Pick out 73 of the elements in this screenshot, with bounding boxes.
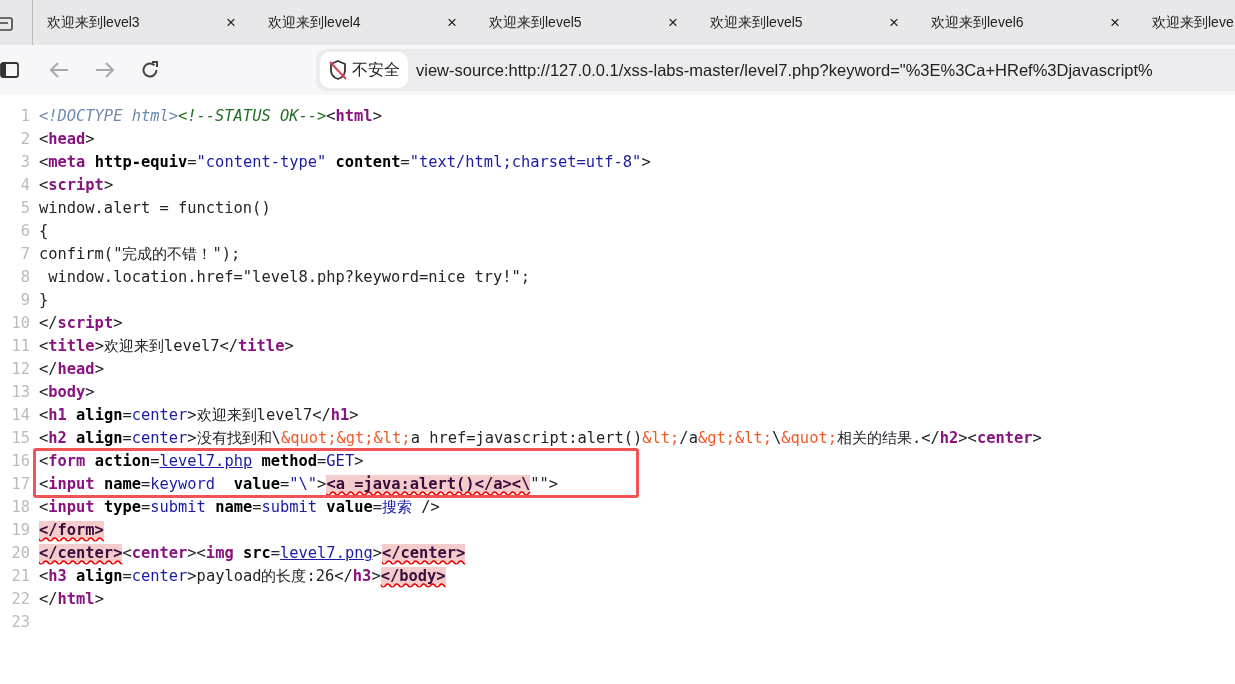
error-highlight: </center> bbox=[39, 544, 123, 562]
line-number: 19 bbox=[10, 520, 31, 541]
line-number: 7 bbox=[19, 244, 31, 265]
code-text: > bbox=[372, 544, 382, 562]
source-line: <!DOCTYPE html><!--STATUS OK--><html> bbox=[39, 106, 382, 127]
source-line: } bbox=[39, 290, 49, 311]
line-number: 12 bbox=[10, 359, 31, 380]
browser-tab[interactable]: 欢迎来到level3 × bbox=[33, 0, 254, 45]
line-number: 14 bbox=[10, 405, 31, 426]
address-text[interactable]: view-source:http://127.0.0.1/xss-labs-master/level7.php?keyword="%3E%3Ca+HRef%3Djavascript% bbox=[416, 57, 1153, 83]
source-line: window.alert = function() bbox=[39, 198, 271, 219]
error-highlight: </form> bbox=[39, 521, 104, 539]
shield-slash-icon bbox=[328, 59, 348, 81]
source-link[interactable]: level7.php bbox=[159, 452, 253, 470]
line-number: 21 bbox=[10, 566, 31, 587]
close-tab-button[interactable]: × bbox=[222, 14, 240, 31]
right-arrow-icon bbox=[94, 61, 116, 79]
tab-group-icon[interactable] bbox=[0, 14, 14, 31]
code-text: <input name=keyword value="\"> bbox=[39, 475, 327, 493]
security-chip[interactable]: 不安全 bbox=[320, 52, 408, 88]
source-line: <meta http-equiv="content-type" content="text/html;charset=utf-8"> bbox=[39, 152, 651, 173]
line-number: 8 bbox=[19, 267, 31, 288]
error-highlight: </center> bbox=[382, 544, 466, 562]
close-tab-button[interactable]: × bbox=[1106, 14, 1124, 31]
source-line: </html> bbox=[39, 589, 104, 610]
line-number: 13 bbox=[10, 382, 31, 403]
line-number: 1 bbox=[19, 106, 31, 127]
code-text: ""> bbox=[530, 475, 559, 493]
line-number: 4 bbox=[19, 175, 31, 196]
code-text: <center><img src= bbox=[122, 544, 281, 562]
close-tab-button[interactable]: × bbox=[443, 14, 461, 31]
source-line: </script> bbox=[39, 313, 123, 334]
source-line: <body> bbox=[39, 382, 95, 403]
source-line: window.location.href="level8.php?keyword=nice try!"; bbox=[47, 267, 531, 288]
line-number: 11 bbox=[10, 336, 31, 357]
error-highlight: </body> bbox=[380, 567, 446, 585]
line-number: 20 bbox=[10, 543, 31, 564]
close-tab-button[interactable]: × bbox=[664, 14, 682, 31]
line-number: 6 bbox=[19, 221, 31, 242]
sidebar-icon[interactable] bbox=[0, 62, 20, 78]
line-number: 23 bbox=[10, 612, 31, 633]
line-number: 17 bbox=[10, 474, 31, 495]
code-text: method=GET> bbox=[260, 452, 364, 470]
line-number: 10 bbox=[10, 313, 31, 334]
source-line: <head> bbox=[39, 129, 95, 150]
source-line: confirm("完成的不错！"); bbox=[39, 244, 241, 265]
source-line: <script> bbox=[39, 175, 114, 196]
reload-icon bbox=[140, 60, 160, 80]
source-line: { bbox=[39, 221, 49, 242]
browser-tab[interactable]: 欢迎来到level6 × bbox=[917, 0, 1138, 45]
source-line: <h2 align=center>没有找到和\&quot;&gt;&lt;a href=javascript:alert()&lt;/a&gt;&lt;\&quot;相关的结果.</h2><center> bbox=[39, 428, 1042, 449]
code-text: <form action= bbox=[39, 452, 160, 470]
line-number: 2 bbox=[19, 129, 31, 150]
close-tab-button[interactable]: × bbox=[885, 14, 903, 31]
left-arrow-icon bbox=[48, 61, 70, 79]
browser-tab[interactable]: 欢迎来到level5 × bbox=[696, 0, 917, 45]
source-line: <input type=submit name=submit value=搜索 /> bbox=[39, 497, 440, 518]
source-line: </head> bbox=[39, 359, 104, 380]
line-number: 5 bbox=[19, 198, 31, 219]
error-highlight: <a =java:alert()</a><\ bbox=[326, 475, 531, 493]
line-number: 9 bbox=[19, 290, 31, 311]
line-number: 16 bbox=[10, 451, 31, 472]
browser-tab[interactable]: 欢迎来到level4 × bbox=[254, 0, 475, 45]
browser-tab[interactable]: 欢迎来到leve bbox=[1138, 0, 1235, 45]
source-link[interactable]: level7.png bbox=[280, 544, 373, 562]
source-line: <title>欢迎来到level7</title> bbox=[39, 336, 294, 357]
code-text: <h3 align=center>payload的长度:26</h3> bbox=[39, 567, 381, 585]
browser-tab[interactable]: 欢迎来到level5 × bbox=[475, 0, 696, 45]
line-number: 18 bbox=[10, 497, 31, 518]
source-line: <h1 align=center>欢迎来到level7</h1> bbox=[39, 405, 359, 426]
line-number: 3 bbox=[19, 152, 31, 173]
line-number: 22 bbox=[10, 589, 31, 610]
line-number: 15 bbox=[10, 428, 31, 449]
